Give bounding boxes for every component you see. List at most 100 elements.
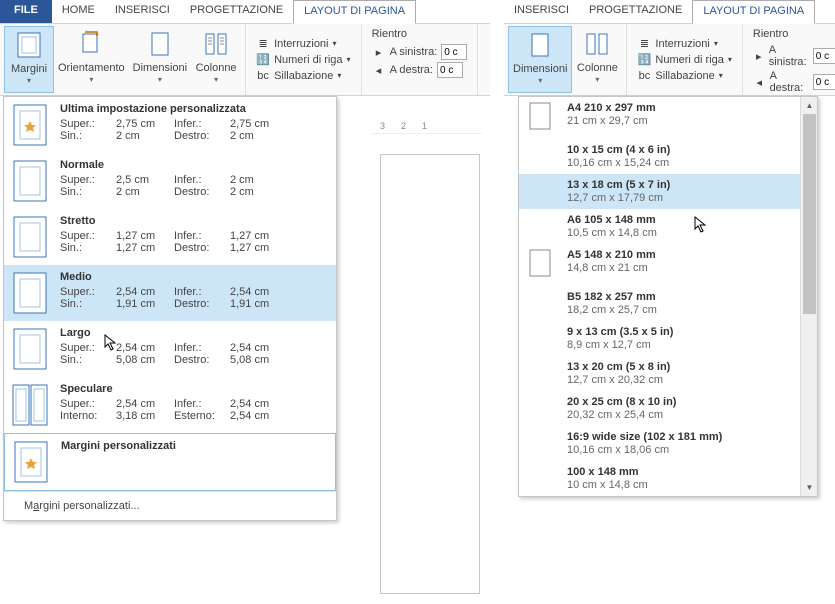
dimensioni-label: Dimensioni [133,62,187,74]
margins-icon [13,29,45,61]
dim-option-sub: 12,7 cm x 17,79 cm [567,192,670,204]
dim-option-8[interactable]: 20 x 25 cm (8 x 10 in)20,32 cm x 25,4 cm [519,391,800,426]
margin-option-5[interactable]: SpeculareSuper.:2,54 cmInfer.:2,54 cmInt… [4,377,336,433]
dim-option-sub: 8,9 cm x 12,7 cm [567,339,673,351]
dim-option-6[interactable]: 9 x 13 cm (3.5 x 5 in)8,9 cm x 12,7 cm [519,321,800,356]
tab-file[interactable]: FILE [0,0,52,23]
page-size-icon [529,249,557,281]
indent-right-row[interactable]: ◂A destra: [372,62,468,78]
colonne-label: Colonne [196,62,237,74]
indent-left-row[interactable]: ▸A sinistra: [372,44,468,60]
dim-option-title: 100 x 148 mm [567,466,648,478]
hyphenation-icon: bc [256,69,270,83]
tab-progettazione[interactable]: PROGETTAZIONE [180,0,293,23]
tab-layout-pagina[interactable]: LAYOUT DI PAGINA [293,0,416,24]
dim-option-9[interactable]: 16:9 wide size (102 x 181 mm)10,16 cm x … [519,426,800,461]
size-icon [144,28,176,60]
dim-option-0[interactable]: A4 210 x 297 mm21 cm x 29,7 cm [519,97,800,139]
dimensioni-button-left[interactable]: Dimensioni ▾ [129,26,191,93]
scroll-thumb[interactable] [803,114,816,314]
orientamento-label: Orientamento [58,62,125,74]
dim-option-sub: 10,16 cm x 15,24 cm [567,157,670,169]
scrollbar[interactable]: ▲ ▼ [800,97,817,496]
size-icon [524,29,556,61]
sillabazione-button-r[interactable]: bcSillabazione▾ [637,69,731,83]
dim-option-sub: 14,8 cm x 21 cm [567,262,656,274]
dim-option-title: 16:9 wide size (102 x 181 mm) [567,431,722,443]
dim-option-sub: 10,16 cm x 18,06 cm [567,444,722,456]
margin-option-0[interactable]: Ultima impostazione personalizzataSuper.… [4,97,336,153]
dim-option-10[interactable]: 100 x 148 mm10 cm x 14,8 cm [519,461,800,496]
tab-progettazione-r[interactable]: PROGETTAZIONE [579,0,692,23]
margin-option-2[interactable]: StrettoSuper.:1,27 cmInfer.:1,27 cmSin.:… [4,209,336,265]
margin-option-title: Normale [60,159,328,171]
dim-option-title: 9 x 13 cm (3.5 x 5 in) [567,326,673,338]
margini-label: Margini [11,63,47,75]
numeri-riga-button[interactable]: 🔢Numeri di riga▾ [256,53,350,67]
margin-option-3[interactable]: MedioSuper.:2,54 cmInfer.:2,54 cmSin.:1,… [4,265,336,321]
margin-option-title: Medio [60,271,328,283]
dim-option-3[interactable]: A6 105 x 148 mm10,5 cm x 14,8 cm [519,209,800,244]
dim-option-title: 10 x 15 cm (4 x 6 in) [567,144,670,156]
dim-option-title: A4 210 x 297 mm [567,102,656,114]
dim-option-title: B5 182 x 257 mm [567,291,657,303]
tab-layout-pagina-r[interactable]: LAYOUT DI PAGINA [692,0,815,24]
tab-inserisci[interactable]: INSERISCI [105,0,180,23]
margin-option-title: Largo [60,327,328,339]
dim-option-7[interactable]: 13 x 20 cm (5 x 8 in)12,7 cm x 20,32 cm [519,356,800,391]
sillabazione-button[interactable]: bcSillabazione▾ [256,69,350,83]
margin-preview-icon [12,383,48,427]
line-numbers-icon: 🔢 [256,53,270,67]
dim-option-title: A6 105 x 148 mm [567,214,657,226]
margin-option-title: Ultima impostazione personalizzata [60,103,328,115]
dim-option-4[interactable]: A5 148 x 210 mm14,8 cm x 21 cm [519,244,800,286]
indent-left-input[interactable] [441,44,467,60]
margins-dropdown: Ultima impostazione personalizzataSuper.… [3,96,337,521]
dim-option-title: 13 x 18 cm (5 x 7 in) [567,179,670,191]
indent-right-input[interactable] [437,62,463,78]
tab-inserisci-r[interactable]: INSERISCI [504,0,579,23]
rientro-label: Rientro [372,28,468,40]
dim-option-sub: 20,32 cm x 25,4 cm [567,409,676,421]
margin-option-6[interactable]: Margini personalizzati [4,433,336,491]
margin-preview-icon [13,440,49,484]
margin-option-1[interactable]: NormaleSuper.:2,5 cmInfer.:2 cmSin.:2 cm… [4,153,336,209]
interruzioni-button-r[interactable]: ≣Interruzioni▾ [637,37,731,51]
chevron-down-icon: ▾ [27,76,31,85]
colonne-button-left[interactable]: Colonne ▾ [191,26,241,93]
scroll-down-icon[interactable]: ▼ [801,479,817,496]
breaks-icon: ≣ [256,37,270,51]
ribbon-right: Dimensioni ▾ Colonne ▾ ≣Interruzioni▾ 🔢N… [504,24,835,96]
dimensioni-button[interactable]: Dimensioni ▾ [508,26,572,93]
dim-option-2[interactable]: 13 x 18 cm (5 x 7 in)12,7 cm x 17,79 cm [519,174,800,209]
orientamento-button[interactable]: Orientamento ▾ [54,26,129,93]
dimensions-dropdown: A4 210 x 297 mm21 cm x 29,7 cm10 x 15 cm… [518,96,818,497]
dim-option-title: A5 148 x 210 mm [567,249,656,261]
dim-option-sub: 12,7 cm x 20,32 cm [567,374,670,386]
columns-icon [581,28,613,60]
margin-option-title: Stretto [60,215,328,227]
indent-left-input-r[interactable] [813,48,835,64]
interruzioni-button[interactable]: ≣Interruzioni▾ [256,37,350,51]
margin-preview-icon [12,159,48,203]
colonne-button-right[interactable]: Colonne ▾ [572,26,622,93]
dim-option-title: 20 x 25 cm (8 x 10 in) [567,396,676,408]
margini-button[interactable]: Margini ▾ [4,26,54,93]
document-area[interactable] [380,154,480,594]
margins-custom-footer[interactable]: Margini personalizzati... [4,491,336,520]
tab-home[interactable]: HOME [52,0,105,23]
margin-preview-icon [12,327,48,371]
indent-left-icon: ▸ [372,45,386,59]
margin-option-4[interactable]: LargoSuper.:2,54 cmInfer.:2,54 cmSin.:5,… [4,321,336,377]
tabs-left: FILE HOME INSERISCI PROGETTAZIONE LAYOUT… [0,0,490,24]
chevron-down-icon: ▾ [89,75,93,84]
dim-option-1[interactable]: 10 x 15 cm (4 x 6 in)10,16 cm x 15,24 cm [519,139,800,174]
indent-right-icon: ◂ [372,63,386,77]
dim-option-5[interactable]: B5 182 x 257 mm18,2 cm x 25,7 cm [519,286,800,321]
numeri-riga-button-r[interactable]: 🔢Numeri di riga▾ [637,53,731,67]
dim-option-sub: 18,2 cm x 25,7 cm [567,304,657,316]
orientation-icon [75,28,107,60]
tabs-right: INSERISCI PROGETTAZIONE LAYOUT DI PAGINA [504,0,835,24]
scroll-up-icon[interactable]: ▲ [801,97,817,114]
indent-right-input-r[interactable] [813,74,835,90]
